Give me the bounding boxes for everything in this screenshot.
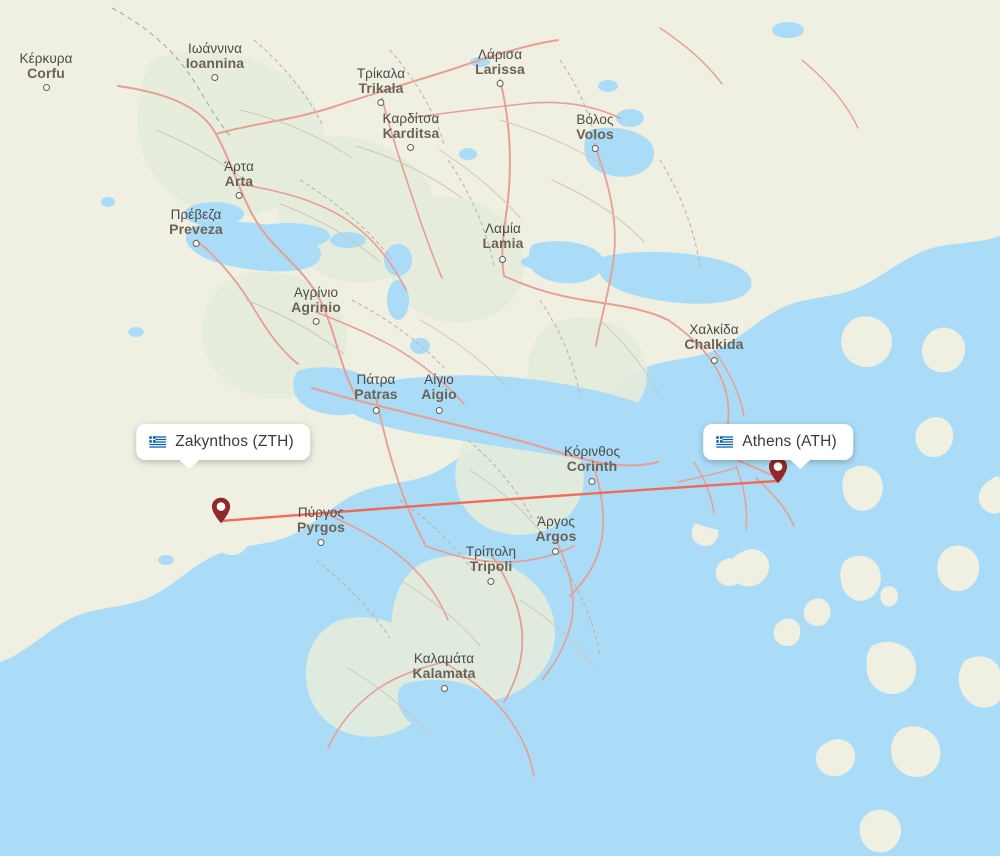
airport-pin-zth[interactable] xyxy=(211,497,231,524)
airport-tooltip-zth[interactable]: Zakynthos (ZTH) xyxy=(136,424,310,469)
map-pin-icon xyxy=(768,457,788,484)
airport-label: Zakynthos (ZTH) xyxy=(175,433,294,450)
airport-pin-ath[interactable] xyxy=(768,457,788,484)
airport-tooltip-ath[interactable]: Athens (ATH) xyxy=(703,424,853,469)
southern-islands xyxy=(598,798,641,843)
flight-route-map[interactable]: .land{fill:#f0f0e2;} .shade{fill:#e6ecdb… xyxy=(0,0,1000,856)
airport-label: Athens (ATH) xyxy=(742,433,837,450)
greek-flag-icon xyxy=(716,436,734,448)
greek-flag-icon xyxy=(149,436,167,448)
map-pin-icon xyxy=(211,497,231,524)
